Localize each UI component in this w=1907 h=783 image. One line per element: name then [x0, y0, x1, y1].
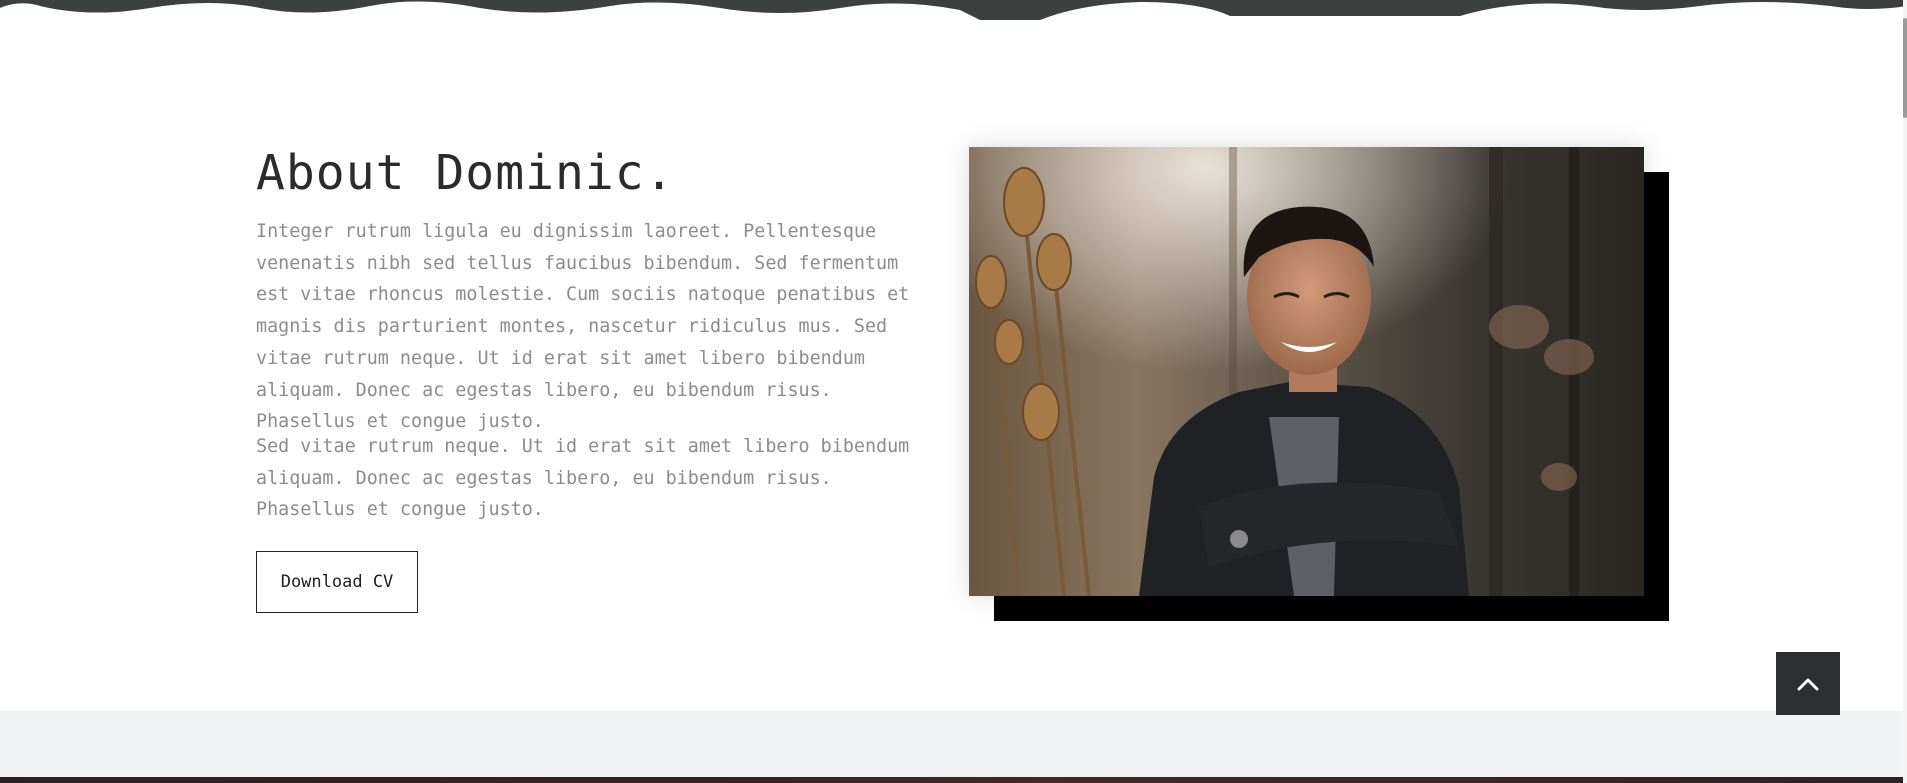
portrait-photo [969, 147, 1644, 596]
next-section-background [0, 711, 1907, 777]
about-paragraph-2: Sed vitae rutrum neque. Ut id erat sit a… [256, 436, 910, 521]
header-image-bottom-edge [0, 0, 1907, 22]
about-title: About Dominic. [256, 145, 675, 201]
chevron-up-icon [1797, 678, 1819, 690]
footer-image-edge [0, 777, 1907, 783]
download-cv-button[interactable]: Download CV [256, 551, 418, 613]
about-paragraph-1: Integer rutrum ligula eu dignissim laore… [256, 221, 910, 433]
page: About Dominic. Integer rutrum ligula eu … [0, 0, 1907, 783]
scrollbar-thumb[interactable] [1903, 18, 1907, 118]
back-to-top-button[interactable] [1776, 652, 1840, 715]
